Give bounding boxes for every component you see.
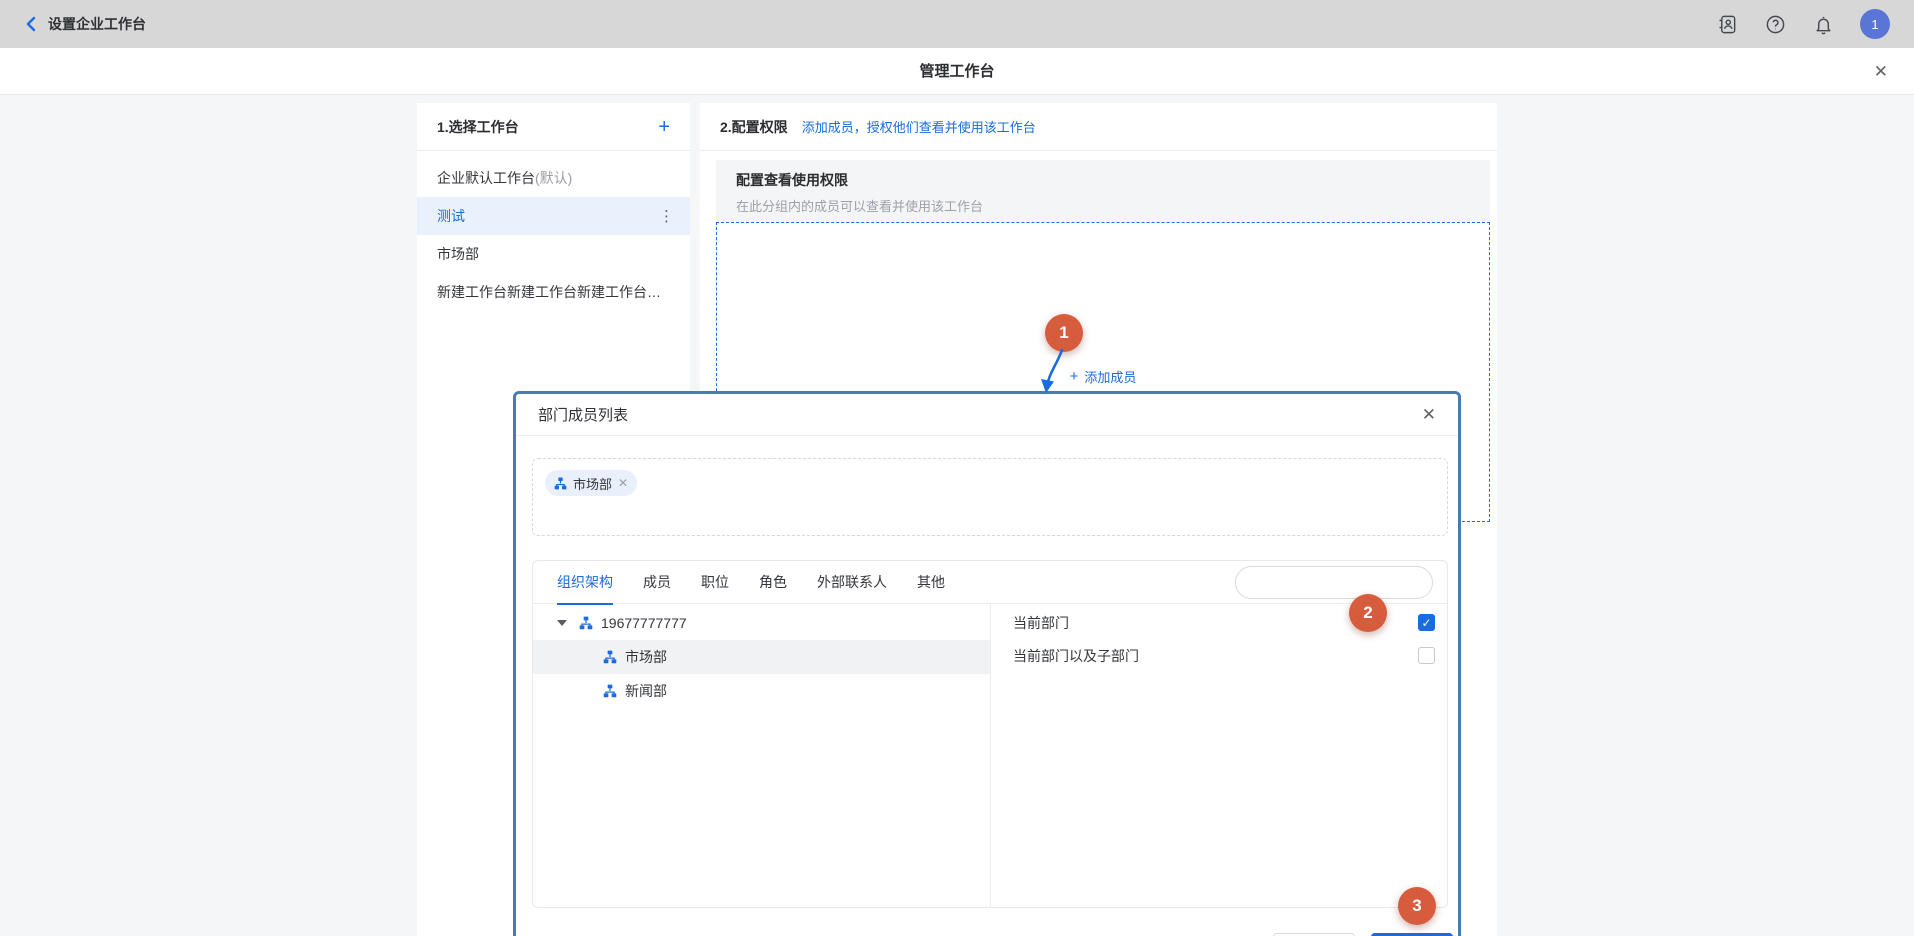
tree-node-label: 新闻部: [625, 681, 667, 701]
option-label: 当前部门以及子部门: [1013, 646, 1139, 666]
workspace-list: 企业默认工作台(默认) 测试 ⋮ 市场部 新建工作台新建工作台新建工作台新建..…: [417, 151, 690, 311]
topbar-actions: 1: [1716, 9, 1890, 39]
view-permission-section: 配置查看使用权限 在此分组内的成员可以查看并使用该工作台: [716, 160, 1490, 222]
permission-panel-header: 2.配置权限 添加成员，授权他们查看并使用该工作台: [700, 103, 1497, 151]
guide-arrow-icon: [1032, 348, 1076, 398]
caret-down-icon[interactable]: [557, 620, 567, 626]
department-icon: [554, 477, 567, 490]
tab-org-structure[interactable]: 组织架构: [557, 561, 613, 604]
modal-header: 部门成员列表 ✕: [516, 394, 1458, 436]
workspace-item-label: 企业默认工作台: [437, 170, 535, 186]
selected-members-area: 市场部 ✕: [532, 458, 1448, 536]
selected-tag-label: 市场部: [573, 474, 612, 493]
tab-positions[interactable]: 职位: [701, 561, 729, 604]
picker-body: 19677777777 市场部: [533, 604, 1447, 908]
tag-remove-icon[interactable]: ✕: [618, 476, 628, 490]
workspace-item-default[interactable]: 企业默认工作台(默认): [417, 159, 690, 197]
permission-step-hint[interactable]: 添加成员，授权他们查看并使用该工作台: [802, 117, 1036, 136]
view-permission-desc: 在此分组内的成员可以查看并使用该工作台: [736, 196, 1470, 215]
back-label: 设置企业工作台: [48, 14, 146, 34]
notification-bell-icon[interactable]: [1812, 13, 1834, 35]
department-icon: [579, 616, 593, 630]
workspace-item-label: 市场部: [437, 244, 479, 264]
add-workspace-button[interactable]: +: [658, 117, 670, 137]
guide-step-1-badge: 1: [1045, 314, 1083, 352]
modal-title: 部门成员列表: [538, 404, 628, 425]
option-label: 当前部门: [1013, 613, 1069, 633]
guide-step-2-badge: 2: [1349, 594, 1387, 632]
workspace-item-market[interactable]: 市场部: [417, 235, 690, 273]
add-member-label: 添加成员: [1084, 367, 1136, 386]
checkbox-unchecked[interactable]: [1418, 647, 1435, 664]
page-title: 管理工作台: [0, 48, 1914, 95]
workspace-item-test[interactable]: 测试 ⋮: [417, 197, 690, 235]
tab-members[interactable]: 成员: [643, 561, 671, 604]
member-picker: 组织架构 成员 职位 角色 外部联系人 其他: [532, 560, 1448, 908]
back-nav[interactable]: 设置企业工作台: [24, 14, 146, 34]
tree-node-root[interactable]: 19677777777: [533, 606, 990, 640]
tree-node-label: 市场部: [625, 647, 667, 667]
contacts-icon[interactable]: [1716, 13, 1738, 35]
org-tree: 19677777777 市场部: [533, 604, 991, 908]
workspace-item-new[interactable]: 新建工作台新建工作台新建工作台新建...: [417, 273, 690, 311]
workspace-panel-header: 1.选择工作台 +: [417, 103, 690, 151]
guide-step-3-badge: 3: [1398, 887, 1436, 925]
selected-department-tag[interactable]: 市场部 ✕: [545, 470, 637, 496]
department-member-modal: 部门成员列表 ✕ 市场部 ✕ 组织架构 成员 职位 角色 外部联系: [513, 391, 1461, 936]
page-header: 管理工作台 ✕: [0, 48, 1914, 95]
workspace-item-label: 测试: [437, 206, 465, 226]
permission-step-title: 2.配置权限: [720, 117, 788, 137]
user-avatar[interactable]: 1: [1860, 9, 1890, 39]
member-search-input[interactable]: [1248, 575, 1424, 590]
tab-roles[interactable]: 角色: [759, 561, 787, 604]
member-search: [1235, 566, 1433, 599]
department-icon: [603, 650, 617, 664]
workspace-item-suffix: (默认): [535, 170, 572, 186]
department-icon: [603, 684, 617, 698]
picker-tabs: 组织架构 成员 职位 角色 外部联系人 其他: [533, 561, 1447, 604]
tree-node-market[interactable]: 市场部: [533, 640, 990, 674]
back-chevron-icon: [24, 16, 38, 32]
tab-others[interactable]: 其他: [917, 561, 945, 604]
tree-node-news[interactable]: 新闻部: [533, 674, 990, 708]
checkbox-checked[interactable]: ✓: [1418, 614, 1435, 631]
view-permission-title: 配置查看使用权限: [736, 170, 1470, 190]
tree-node-label: 19677777777: [601, 615, 687, 631]
option-current-and-sub-departments[interactable]: 当前部门以及子部门: [991, 639, 1447, 672]
more-actions-icon[interactable]: ⋮: [659, 207, 674, 225]
add-member-button[interactable]: + 添加成员: [717, 367, 1489, 386]
top-app-bar: 设置企业工作台: [0, 0, 1914, 48]
screen: 设置企业工作台: [0, 0, 1914, 936]
workspace-item-label: 新建工作台新建工作台新建工作台新建...: [437, 282, 674, 302]
modal-close-icon[interactable]: ✕: [1422, 405, 1436, 425]
page-close-icon[interactable]: ✕: [1874, 48, 1888, 95]
help-icon[interactable]: [1764, 13, 1786, 35]
workspace-panel-title: 1.选择工作台: [437, 117, 519, 137]
scope-options: 当前部门 ✓ 当前部门以及子部门: [991, 604, 1447, 908]
tab-external-contacts[interactable]: 外部联系人: [817, 561, 887, 604]
